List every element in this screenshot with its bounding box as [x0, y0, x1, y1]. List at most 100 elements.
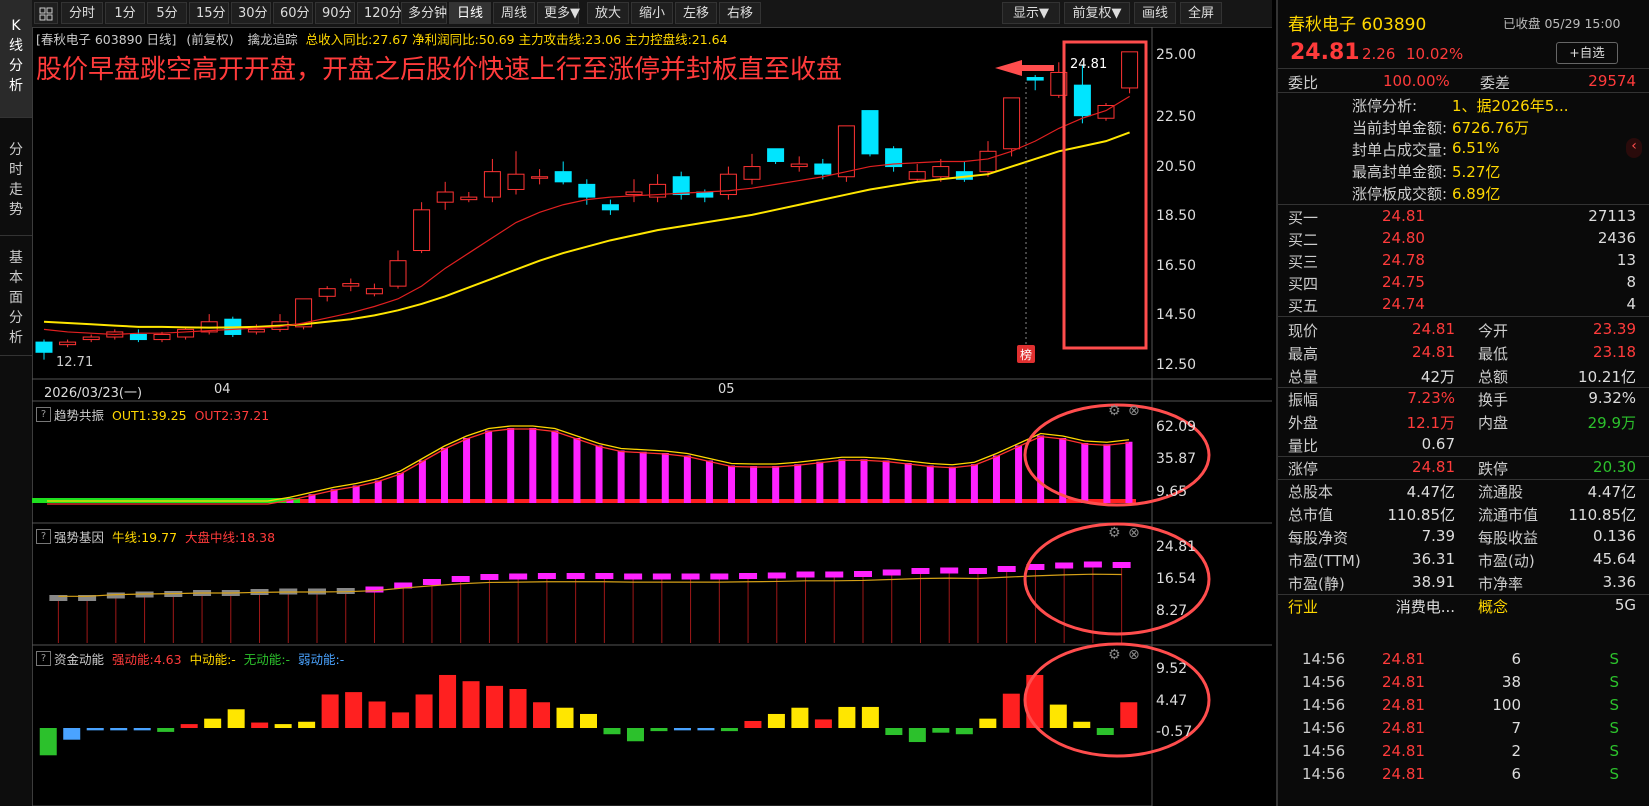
- chart-annotation: 股价早盘跳空高开开盘，开盘之后股价快速上行至涨停并封板直至收盘: [36, 55, 843, 85]
- gene-block: [365, 586, 384, 593]
- stat-label: 流通股: [1478, 483, 1524, 501]
- trend-bar: [529, 428, 537, 503]
- period-more-dropdown[interactable]: 更多▼: [537, 2, 580, 24]
- tick-row: 14:56 24.81 100 S: [1278, 694, 1649, 717]
- tick-row: 14:56 24.81 38 S: [1278, 671, 1649, 694]
- period-weekly[interactable]: 周线: [493, 2, 535, 24]
- display-dropdown[interactable]: 显示▼: [1002, 2, 1060, 24]
- stat-row: 涨停 24.81 跌停 20.30: [1278, 456, 1649, 479]
- period-90min[interactable]: 90分: [315, 2, 355, 24]
- price-tick: 20.50: [1156, 159, 1197, 175]
- period-fenshi[interactable]: 分时: [61, 2, 103, 24]
- trend-bar: [1125, 441, 1133, 503]
- trend-bar: [440, 448, 448, 503]
- period-daily[interactable]: 日线: [449, 2, 491, 24]
- chart-adjust: (前复权): [186, 32, 234, 47]
- stat-label: 市净率: [1478, 575, 1524, 593]
- tick-side: S: [1609, 650, 1619, 668]
- help-icon[interactable]: ?: [36, 407, 51, 422]
- stat-value: 20.30: [1593, 458, 1636, 476]
- stat-value: 9.32%: [1588, 389, 1636, 407]
- bid-price: 24.80: [1382, 229, 1425, 247]
- trend-bar: [794, 464, 802, 503]
- gear-icon[interactable]: ⚙: [1108, 647, 1121, 663]
- gene-block: [940, 567, 959, 574]
- gene-axis-tick: 8.27: [1156, 603, 1188, 619]
- close-icon[interactable]: ⊗: [1128, 403, 1140, 419]
- fullscreen-button[interactable]: 全屏: [1180, 2, 1222, 24]
- add-watchlist-button[interactable]: +自选: [1556, 42, 1618, 64]
- fund-bar: [861, 706, 879, 728]
- trend-bar: [595, 445, 603, 503]
- bid-price: 24.75: [1382, 273, 1425, 291]
- tick-row: 14:56 24.81 2 S: [1278, 740, 1649, 763]
- limit-up-value: 5.27亿: [1452, 163, 1501, 181]
- stat-row: 每股净资 7.39 每股收益 0.136: [1278, 525, 1649, 548]
- limit-up-label: 封单占成交量:: [1352, 141, 1448, 159]
- trend-bar: [507, 428, 515, 503]
- tick-time: 14:56: [1302, 673, 1346, 691]
- help-icon[interactable]: ?: [36, 651, 51, 666]
- candle-body: [318, 288, 336, 297]
- period-1min[interactable]: 1分: [105, 2, 145, 24]
- gear-icon[interactable]: ⚙: [1108, 403, 1121, 419]
- period-30min[interactable]: 30分: [231, 2, 271, 24]
- tick-time: 14:56: [1302, 719, 1346, 737]
- shift-right-button[interactable]: 右移: [719, 2, 761, 24]
- panel-gene-name: 强势基因: [54, 530, 105, 545]
- series-value: -: [285, 652, 291, 667]
- candle-body: [247, 328, 265, 333]
- period-60min[interactable]: 60分: [273, 2, 313, 24]
- period-5min[interactable]: 5分: [147, 2, 187, 24]
- tab-timeshare[interactable]: 分时走势: [0, 118, 32, 236]
- gene-block: [854, 571, 872, 577]
- candle-body: [1073, 84, 1091, 117]
- adjust-dropdown[interactable]: 前复权▼: [1064, 2, 1130, 24]
- help-icon[interactable]: ?: [36, 529, 51, 544]
- candle-body: [861, 110, 879, 155]
- stat-value: 4.47亿: [1587, 483, 1636, 501]
- fund-bar: [63, 728, 81, 740]
- limit-up-value: 6726.76万: [1452, 119, 1530, 137]
- stat-value: 消费电...: [1395, 598, 1455, 616]
- tick-time: 14:56: [1302, 696, 1346, 714]
- bid-label: 买三: [1288, 253, 1319, 271]
- period-15min[interactable]: 15分: [189, 2, 229, 24]
- fund-bar: [1002, 693, 1020, 728]
- close-icon[interactable]: ⊗: [1128, 647, 1140, 663]
- close-icon[interactable]: ⊗: [1128, 525, 1140, 541]
- candle-body: [413, 209, 431, 252]
- candle-body: [814, 163, 832, 175]
- stat-value: 3.36: [1602, 573, 1636, 591]
- tab-kline[interactable]: K线分析: [0, 0, 32, 118]
- tick-time: 14:56: [1302, 650, 1346, 668]
- trend-bar: [396, 473, 404, 503]
- shift-left-button[interactable]: 左移: [675, 2, 717, 24]
- price-tick: 18.50: [1156, 208, 1197, 224]
- trend-bar: [860, 459, 868, 503]
- market-status: 已收盘 05/29 15:00: [1503, 16, 1621, 31]
- fund-bar: [838, 706, 856, 728]
- price-change: 2.26: [1362, 45, 1396, 63]
- period-multi-min[interactable]: 多分钟: [401, 2, 447, 24]
- tick-price: 24.81: [1382, 650, 1425, 668]
- tick-side: S: [1609, 696, 1619, 714]
- tab-fundamentals[interactable]: 基本面分析: [0, 236, 32, 356]
- draw-line-button[interactable]: 画线: [1134, 2, 1176, 24]
- trend-bar: [1015, 445, 1023, 503]
- quote-panel: 春秋电子 603890 已收盘 05/29 15:00 24.81 2.26 1…: [1276, 0, 1649, 806]
- stat-label: 每股净资: [1288, 529, 1349, 547]
- bid-price: 24.78: [1382, 251, 1425, 269]
- tick-time: 14:56: [1302, 742, 1346, 760]
- gene-bull-line: [58, 573, 1122, 597]
- zoom-out-button[interactable]: 缩小: [631, 2, 673, 24]
- gear-icon[interactable]: ⚙: [1108, 525, 1121, 541]
- moving-averages: [43, 95, 1130, 336]
- fund-bar: [415, 694, 433, 728]
- stat-label: 换手: [1478, 391, 1509, 409]
- grid-icon[interactable]: [34, 2, 58, 24]
- zoom-in-button[interactable]: 放大: [587, 2, 629, 24]
- price-tick: 16.50: [1156, 258, 1197, 274]
- last-price: 24.81: [1290, 40, 1360, 65]
- period-120min[interactable]: 120分: [357, 2, 402, 24]
